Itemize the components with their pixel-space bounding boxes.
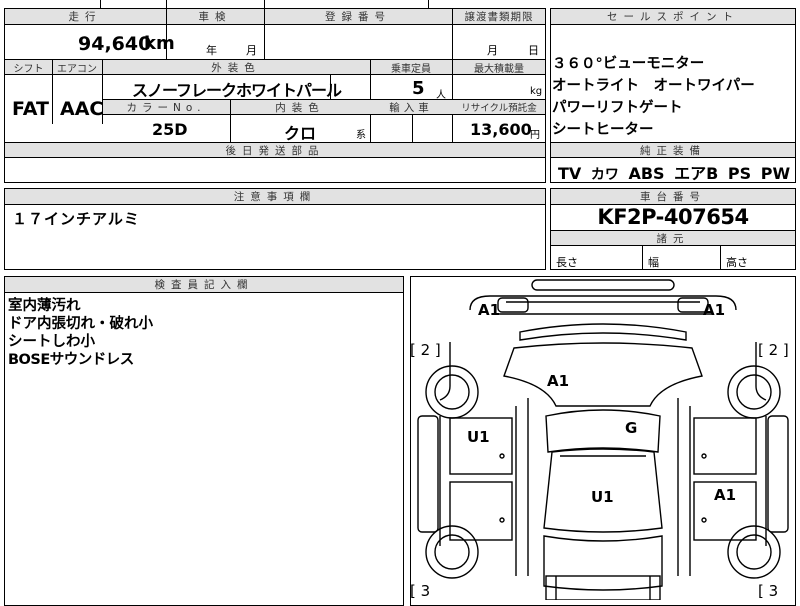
equipment-pw: PW	[760, 164, 791, 183]
color-no-value: 25D	[152, 120, 188, 139]
mileage-value: 94,640	[78, 33, 152, 55]
width-label: 幅	[648, 256, 659, 269]
registration-label: 登録番号	[325, 11, 391, 23]
equipment-tv: TV	[558, 164, 582, 183]
mark-left-front-wheel: [ 2 ]	[410, 341, 441, 359]
mark-right-rear-wheel: [ 3	[758, 582, 779, 600]
later-parts-label: 後日発送部品	[225, 145, 325, 157]
selling-points-label: セールスポイント	[607, 11, 739, 23]
max-load-label: 最大積載量	[474, 64, 524, 75]
mark-right-front-wheel: [ 2 ]	[758, 341, 789, 359]
interior-color-suffix: 系	[356, 130, 366, 141]
mark-hood: A1	[547, 372, 570, 390]
chassis-label: 車台番号	[640, 191, 706, 203]
recycle-label: リサイクル預託金	[461, 103, 537, 114]
mileage-label: 走行	[68, 11, 102, 23]
mark-front-right: A1	[703, 301, 726, 319]
transfer-day-unit: 日	[528, 44, 539, 57]
recycle-value: 13,600	[470, 120, 532, 139]
inspector-note-4: BOSEサウンドレス	[8, 352, 134, 368]
inspection-label: 車検	[198, 11, 232, 23]
max-load-unit: kg	[530, 86, 543, 97]
transfer-deadline-label: 譲渡書類期限	[464, 11, 534, 23]
transfer-month-unit: 月	[487, 44, 498, 57]
mark-right-rear-door: A1	[714, 486, 737, 504]
shift-value: FAT	[12, 98, 49, 120]
height-label: 高さ	[726, 256, 748, 269]
equipment-leather: カワ	[590, 167, 619, 183]
equipment-label: 純正装備	[640, 145, 706, 157]
shift-label: シフト	[13, 64, 44, 75]
inspector-label: 検査員記入欄	[154, 279, 254, 291]
exterior-color-value: スノーフレークホワイトパール	[132, 81, 342, 100]
mark-windshield: G	[625, 419, 638, 437]
color-no-label: カラーNo.	[126, 102, 206, 114]
mark-front-left: A1	[478, 301, 501, 319]
interior-color-value: クロ	[284, 124, 317, 143]
inspection-year-unit: 年	[206, 44, 217, 57]
notes-label: 注意事項欄	[233, 191, 317, 203]
capacity-label: 乗車定員	[391, 64, 431, 75]
equipment-airbag: エアB	[674, 164, 719, 183]
aircon-value: AAC	[60, 98, 104, 120]
equipment-abs: ABS	[628, 164, 665, 183]
mark-roof: U1	[591, 488, 614, 506]
equipment-list: TV カワ ABS エアB PS PW	[558, 160, 790, 184]
selling-point-2: オートライト オートワイパー	[552, 78, 755, 94]
selling-point-1: ３６０°ビューモニター	[552, 56, 705, 72]
exterior-color-label: 外装色	[211, 62, 261, 74]
mileage-unit: km	[144, 33, 175, 54]
interior-color-label: 内装色	[275, 102, 325, 114]
chassis-value: KF2P-407654	[597, 205, 749, 229]
length-label: 長さ	[556, 256, 578, 269]
notes-text: １７インチアルミ	[12, 210, 140, 228]
equipment-ps: PS	[727, 164, 752, 183]
aircon-label: エアコン	[57, 64, 97, 75]
mark-left-rear-wheel: [ 3	[410, 582, 431, 600]
capacity-value: 5	[412, 78, 425, 99]
dimensions-label: 諸元	[656, 233, 690, 245]
mark-left-front-door: U1	[467, 428, 490, 446]
recycle-unit: 円	[530, 130, 540, 141]
import-label: 輸入車	[389, 102, 433, 114]
selling-point-4: シートヒーター	[552, 122, 654, 138]
inspection-month-unit: 月	[246, 44, 257, 57]
selling-point-3: パワーリフトゲート	[552, 100, 683, 116]
